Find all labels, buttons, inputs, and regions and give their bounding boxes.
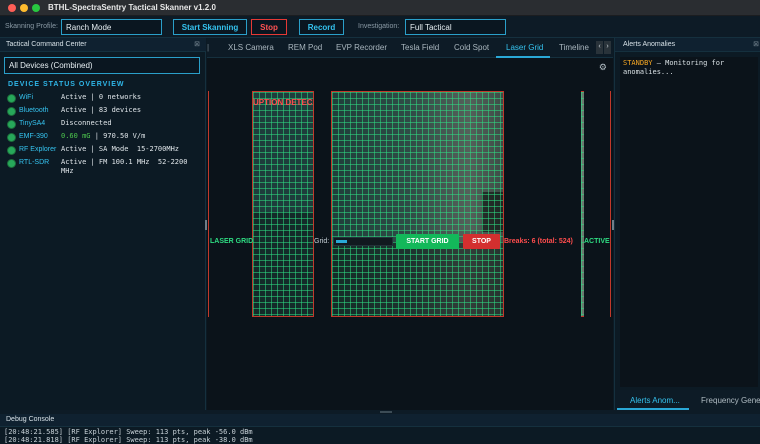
window-maximize-button[interactable] — [32, 4, 40, 12]
grid-boundary-right — [610, 91, 611, 317]
device-row-bluetooth: Bluetooth Active | 83 devices — [8, 106, 204, 118]
grid-progress-fill — [336, 240, 347, 243]
emf-field: | 970.50 V/m — [94, 132, 146, 140]
log-line: [20:48:21.585] [RF Explorer] Sweep: 113 … — [4, 428, 253, 436]
interruption-detected-text: UPTION DETEC — [253, 98, 313, 107]
status-dot-icon — [8, 121, 15, 128]
laser-grid-left-segment — [252, 91, 314, 317]
active-tab-indicator — [617, 408, 689, 410]
status-dot-icon — [8, 134, 15, 141]
laser-gridlines — [581, 92, 584, 316]
status-dot-icon — [8, 147, 15, 154]
breaks-counter: Breaks: 6 (total: 524) — [504, 238, 573, 245]
emf-reading: 0.60 mG — [61, 132, 91, 140]
right-panel-tabs: Alerts Anom... Frequency Gener... — [615, 390, 760, 410]
device-row-rtl-sdr: RTL-SDR Active | FM 100.1 MHz 52-2200 MH… — [8, 158, 204, 178]
grid-progress-bar — [333, 237, 393, 246]
device-row-wifi: WiFi Active | 0 networks — [8, 93, 204, 105]
device-status: Active | SA Mode 15-2700MHz — [61, 145, 180, 153]
device-status: Disconnected — [61, 119, 112, 127]
chevron-right-icon[interactable]: › — [604, 41, 611, 54]
stop-button[interactable]: Stop — [251, 19, 287, 35]
start-skanning-button[interactable]: Start Skanning — [173, 19, 247, 35]
panel-title: Tactical Command Center — [6, 41, 87, 48]
toolbar: Skanning Profile: Ranch Mode Start Skann… — [0, 16, 760, 38]
debug-title: Debug Console — [6, 416, 55, 423]
device-name: EMF-390 — [19, 133, 48, 140]
device-status: 0.60 mG | 970.50 V/m — [61, 132, 145, 141]
left-splitter-handle[interactable] — [205, 220, 207, 230]
device-name: TinySA4 — [19, 120, 46, 127]
debug-header: Debug Console — [0, 414, 760, 427]
device-status: Active | FM 100.1 MHz 52-2200 MHz — [61, 158, 188, 175]
device-name: WiFi — [19, 94, 33, 101]
laser-grid-right-strip — [581, 91, 584, 317]
status-dot-icon — [8, 160, 15, 167]
investigation-label: Investigation: — [358, 23, 400, 30]
start-grid-button[interactable]: START GRID — [396, 234, 459, 249]
laser-grid-camera-feed — [331, 91, 504, 317]
device-row-rf-explorer: RF Explorer Active | SA Mode 15-2700MHz — [8, 145, 204, 157]
window-title: BTHL-SpectraSentry Tactical Skanner v1.2… — [48, 3, 216, 12]
tab-alerts-anomalies[interactable]: Alerts Anom... — [630, 396, 680, 405]
grid-active-label: ACTIVE — [584, 238, 610, 245]
device-name: RTL-SDR — [19, 159, 50, 166]
status-dot-icon — [8, 95, 15, 102]
device-name: Bluetooth — [19, 107, 49, 114]
tab-cold-spot[interactable]: Cold Spot — [454, 43, 489, 52]
title-bar: BTHL-SpectraSentry Tactical Skanner v1.2… — [0, 0, 760, 16]
tactical-command-center-panel: Tactical Command Center ⊠ All Devices (C… — [0, 38, 206, 410]
device-name: RF Explorer — [19, 146, 57, 153]
record-button[interactable]: Record — [299, 19, 344, 35]
splitter-grip — [380, 411, 392, 413]
profile-label: Skanning Profile: — [5, 23, 58, 30]
device-status-title: DEVICE STATUS OVERVIEW — [8, 81, 125, 88]
tab-tesla-field[interactable]: Tesla Field — [401, 43, 439, 52]
device-selector[interactable]: All Devices (Combined) — [4, 57, 200, 74]
alerts-panel: Alerts Anomalies ⊠ STANDBY – Monitoring … — [614, 38, 760, 410]
tab-rem-pod[interactable]: REM Pod — [288, 43, 322, 52]
device-status: Active | 83 devices — [61, 106, 142, 114]
grid-boundary-left — [208, 91, 209, 317]
window-minimize-button[interactable] — [20, 4, 28, 12]
standby-status: STANDBY — [623, 59, 653, 67]
stop-grid-button[interactable]: STOP — [463, 234, 500, 249]
tab-xls-camera[interactable]: XLS Camera — [228, 43, 274, 52]
module-tab-bar: | XLS Camera REM Pod EVP Recorder Tesla … — [207, 38, 613, 58]
tab-laser-grid[interactable]: Laser Grid — [506, 43, 543, 52]
panel-header: Tactical Command Center ⊠ — [0, 38, 206, 52]
laser-grid-label: LASER GRID — [210, 238, 254, 245]
grid-progress-label: Grid: — [314, 238, 330, 245]
close-icon[interactable]: ⊠ — [753, 40, 759, 48]
alerts-header: Alerts Anomalies ⊠ — [615, 38, 760, 52]
alerts-log: STANDBY – Monitoring for anomalies... — [620, 57, 758, 387]
tab-evp-recorder[interactable]: EVP Recorder — [336, 43, 387, 52]
profile-select[interactable]: Ranch Mode — [61, 19, 162, 35]
tab-frequency-generator[interactable]: Frequency Gener... — [701, 396, 760, 405]
laser-grid-view: ⚙ UPTION DETEC LASER GRID ACTIVE Grid: S… — [207, 58, 613, 410]
laser-gridlines — [332, 92, 503, 316]
window-close-button[interactable] — [8, 4, 16, 12]
debug-console: Debug Console [20:48:21.585] [RF Explore… — [0, 414, 760, 444]
close-icon[interactable]: ⊠ — [194, 40, 200, 48]
log-line: [20:48:21.818] [RF Explorer] Sweep: 113 … — [4, 436, 253, 444]
device-status: Active | 0 networks — [61, 93, 142, 101]
debug-log: [20:48:21.585] [RF Explorer] Sweep: 113 … — [4, 428, 756, 444]
investigation-select[interactable]: Full Tactical — [405, 19, 506, 35]
chevron-left-icon[interactable]: ‹ — [596, 41, 603, 54]
alerts-title: Alerts Anomalies — [623, 41, 676, 48]
status-dot-icon — [8, 108, 15, 115]
device-row-emf390: EMF-390 0.60 mG | 970.50 V/m — [8, 132, 204, 144]
gear-icon[interactable]: ⚙ — [599, 62, 607, 73]
laser-gridlines — [253, 92, 313, 316]
tab-scroll-edge: | — [207, 43, 210, 52]
tab-timeline[interactable]: Timeline — [559, 43, 589, 52]
device-row-tinysa4: TinySA4 Disconnected — [8, 119, 204, 131]
